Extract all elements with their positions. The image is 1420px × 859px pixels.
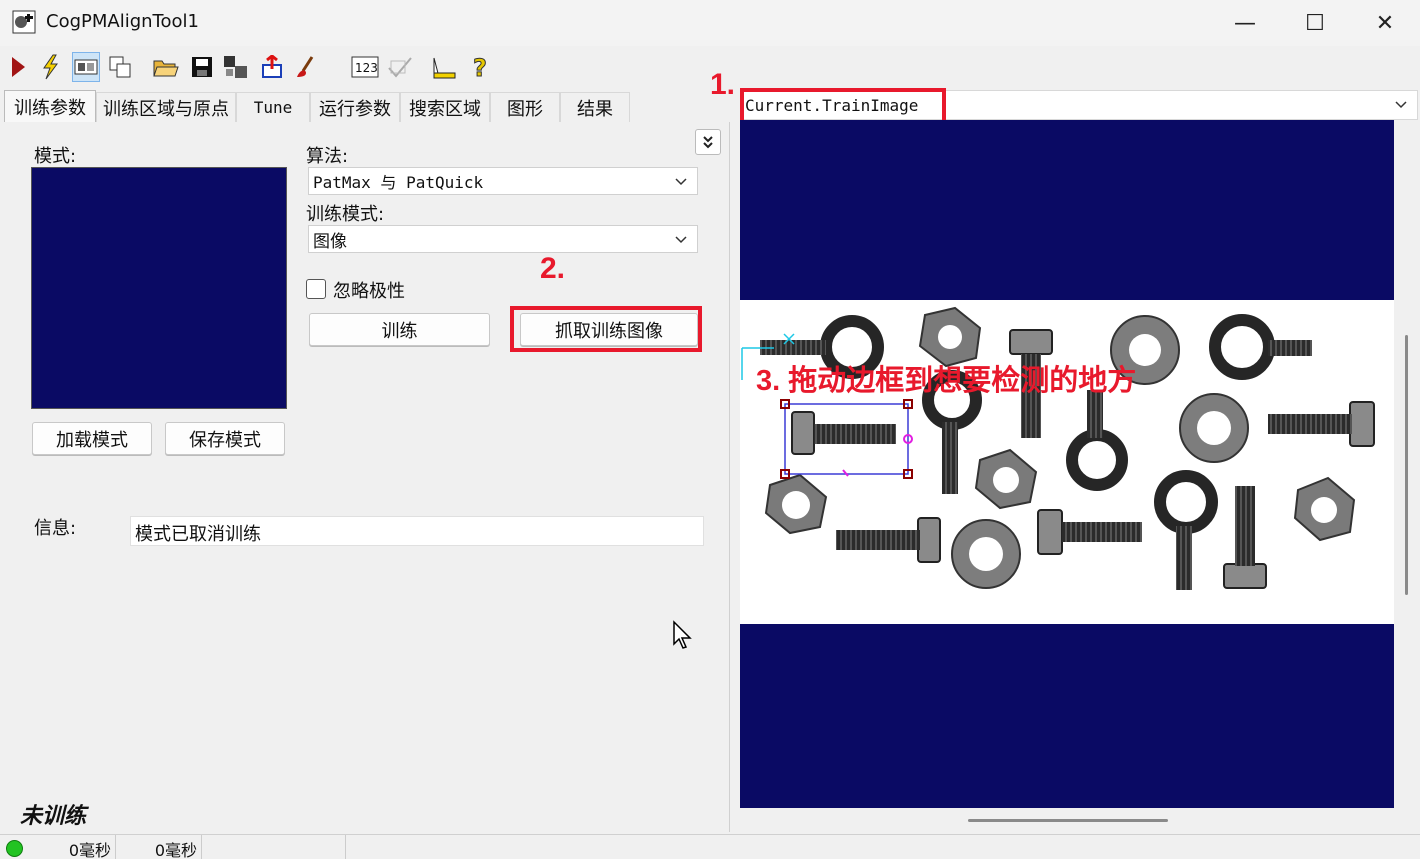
title-bar: CogPMAlignTool1 — ☐ ✕ [0, 0, 1420, 46]
tab-train-params[interactable]: 训练参数 [4, 90, 96, 122]
parts-image [741, 306, 1375, 590]
expand-button[interactable] [695, 129, 721, 155]
step1-annotation: 1. [710, 68, 736, 101]
train-button[interactable]: 训练 [309, 313, 490, 346]
svg-text:123: 123 [355, 61, 378, 75]
train-image [740, 300, 1394, 624]
tab-results[interactable]: 结果 [560, 92, 630, 122]
load-pattern-button[interactable]: 加载模式 [32, 422, 152, 455]
status-bar: 0毫秒 0毫秒 [0, 834, 1420, 859]
import-icon[interactable] [258, 52, 286, 82]
chevron-down-icon [675, 178, 687, 186]
timing-2: 0毫秒 [118, 835, 202, 859]
image-display[interactable] [740, 120, 1394, 808]
app-icon [12, 10, 36, 34]
tab-run-params[interactable]: 运行参数 [310, 92, 400, 122]
measure-icon[interactable] [430, 52, 458, 82]
close-button[interactable]: ✕ [1350, 0, 1420, 46]
ignore-polarity-label: 忽略极性 [333, 281, 405, 302]
algorithm-value: PatMax 与 PatQuick [313, 173, 484, 192]
train-mode-label: 训练模式: [306, 204, 385, 225]
train-mode-dropdown[interactable]: 图像 [308, 225, 698, 253]
chevron-down-icon [675, 236, 687, 244]
display-icon[interactable] [72, 52, 100, 82]
lightning-icon[interactable] [36, 52, 64, 82]
horizontal-scrollbar[interactable] [968, 819, 1168, 822]
open-folder-icon[interactable] [152, 52, 180, 82]
settings-icon[interactable] [222, 52, 250, 82]
svg-text:?: ? [473, 54, 487, 80]
train-status-text: 未训练 [20, 803, 87, 829]
mouse-cursor-icon [673, 620, 692, 649]
step2-annotation: 2. [540, 252, 566, 285]
algorithm-dropdown[interactable]: PatMax 与 PatQuick [308, 167, 698, 195]
timing-1: 0毫秒 [32, 835, 116, 859]
run-icon[interactable] [4, 52, 32, 82]
tab-graphics[interactable]: 图形 [490, 92, 560, 122]
help-icon[interactable]: ? [466, 52, 494, 82]
info-label: 信息: [34, 518, 77, 539]
algorithm-label: 算法: [306, 146, 349, 167]
chevron-down-icon [1395, 101, 1407, 109]
status-cell [204, 835, 346, 859]
save-pattern-button[interactable]: 保存模式 [165, 422, 285, 455]
pattern-label: 模式: [34, 146, 77, 167]
step3-annotation: 3. 拖动边框到想要检测的地方 [756, 365, 1137, 397]
number-display-icon[interactable]: 123 [350, 52, 380, 82]
save-icon[interactable] [188, 52, 216, 82]
window-title: CogPMAlignTool1 [46, 11, 199, 32]
vertical-scrollbar[interactable] [1405, 335, 1408, 595]
info-field: 模式已取消训练 [130, 516, 704, 546]
train-params-panel: 模式: 算法: PatMax 与 PatQuick 训练模式: 图像 忽略极性 … [6, 122, 730, 832]
train-mode-value: 图像 [313, 231, 347, 252]
tab-tune[interactable]: Tune [236, 92, 310, 122]
minimize-button[interactable]: — [1210, 0, 1280, 46]
maximize-button[interactable]: ☐ [1280, 0, 1350, 46]
copy-window-icon[interactable] [106, 52, 134, 82]
ignore-polarity-checkbox[interactable] [306, 279, 326, 299]
clear-icon[interactable] [292, 52, 320, 82]
status-indicator [6, 840, 23, 857]
pattern-preview [31, 167, 287, 409]
double-chevron-down-icon [703, 136, 713, 149]
tab-search-region[interactable]: 搜索区域 [400, 92, 490, 122]
highlight-box-grab [510, 306, 702, 352]
check-disabled-icon [386, 52, 414, 82]
tab-train-region-origin[interactable]: 训练区域与原点 [96, 92, 236, 122]
